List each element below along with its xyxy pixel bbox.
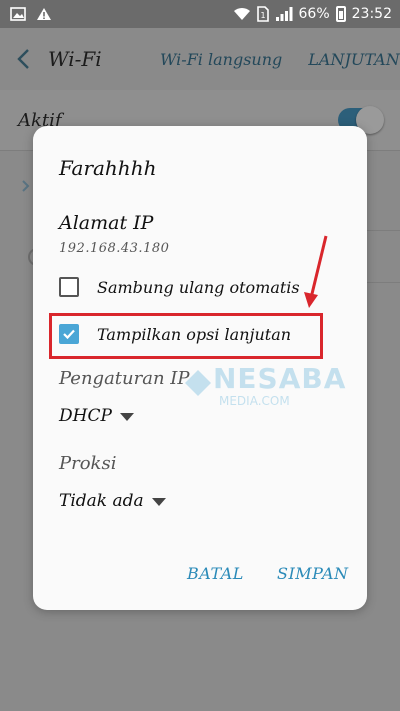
status-bar: 1 66% 23:52 (0, 0, 400, 28)
proxy-value: Tidak ada (59, 491, 144, 511)
dropdown-caret-icon (119, 413, 134, 421)
cancel-button[interactable]: BATAL (187, 564, 244, 583)
ip-address-label: Alamat IP (59, 212, 154, 234)
page-title: Wi-Fi (48, 47, 102, 71)
wifi-direct-button[interactable]: Wi-Fi langsung (160, 50, 282, 69)
watermark-logo: NESABA MEDIA.COM (183, 362, 345, 410)
highlight-box (49, 313, 323, 359)
proxy-label: Proksi (59, 453, 117, 474)
image-icon (10, 7, 26, 21)
svg-text:1: 1 (260, 11, 265, 20)
dialog-title: Farahhhh (59, 156, 157, 180)
clock: 23:52 (351, 6, 392, 22)
background-wifi-icon (22, 178, 30, 192)
sim-icon: 1 (256, 6, 269, 22)
ip-settings-value: DHCP (59, 406, 112, 426)
battery-icon (335, 6, 346, 22)
reconnect-label: Sambung ulang otomatis (97, 277, 300, 297)
network-dialog: Farahhhh Alamat IP 192.168.43.180 Sambun… (33, 126, 367, 610)
warning-icon (36, 7, 52, 21)
dropdown-caret-icon (151, 498, 166, 506)
back-button[interactable] (0, 28, 46, 90)
status-bar-right: 1 66% 23:52 (233, 6, 392, 22)
wifi-icon (233, 6, 251, 22)
battery-percent: 66% (298, 6, 330, 22)
back-arrow-icon (17, 49, 29, 69)
reconnect-option[interactable]: Sambung ulang otomatis (59, 277, 300, 297)
ip-settings-label: Pengaturan IP (59, 368, 190, 389)
advanced-button[interactable]: LANJUTAN (308, 50, 399, 69)
ip-address-value: 192.168.43.180 (59, 241, 170, 256)
proxy-dropdown[interactable]: Tidak ada (59, 491, 166, 511)
signal-icon (275, 6, 293, 22)
reconnect-checkbox[interactable] (59, 277, 79, 297)
save-button[interactable]: SIMPAN (277, 564, 349, 583)
app-bar: Wi-Fi Wi-Fi langsung LANJUTAN (0, 28, 400, 90)
status-bar-left (10, 7, 52, 21)
ip-settings-dropdown[interactable]: DHCP (59, 406, 134, 426)
